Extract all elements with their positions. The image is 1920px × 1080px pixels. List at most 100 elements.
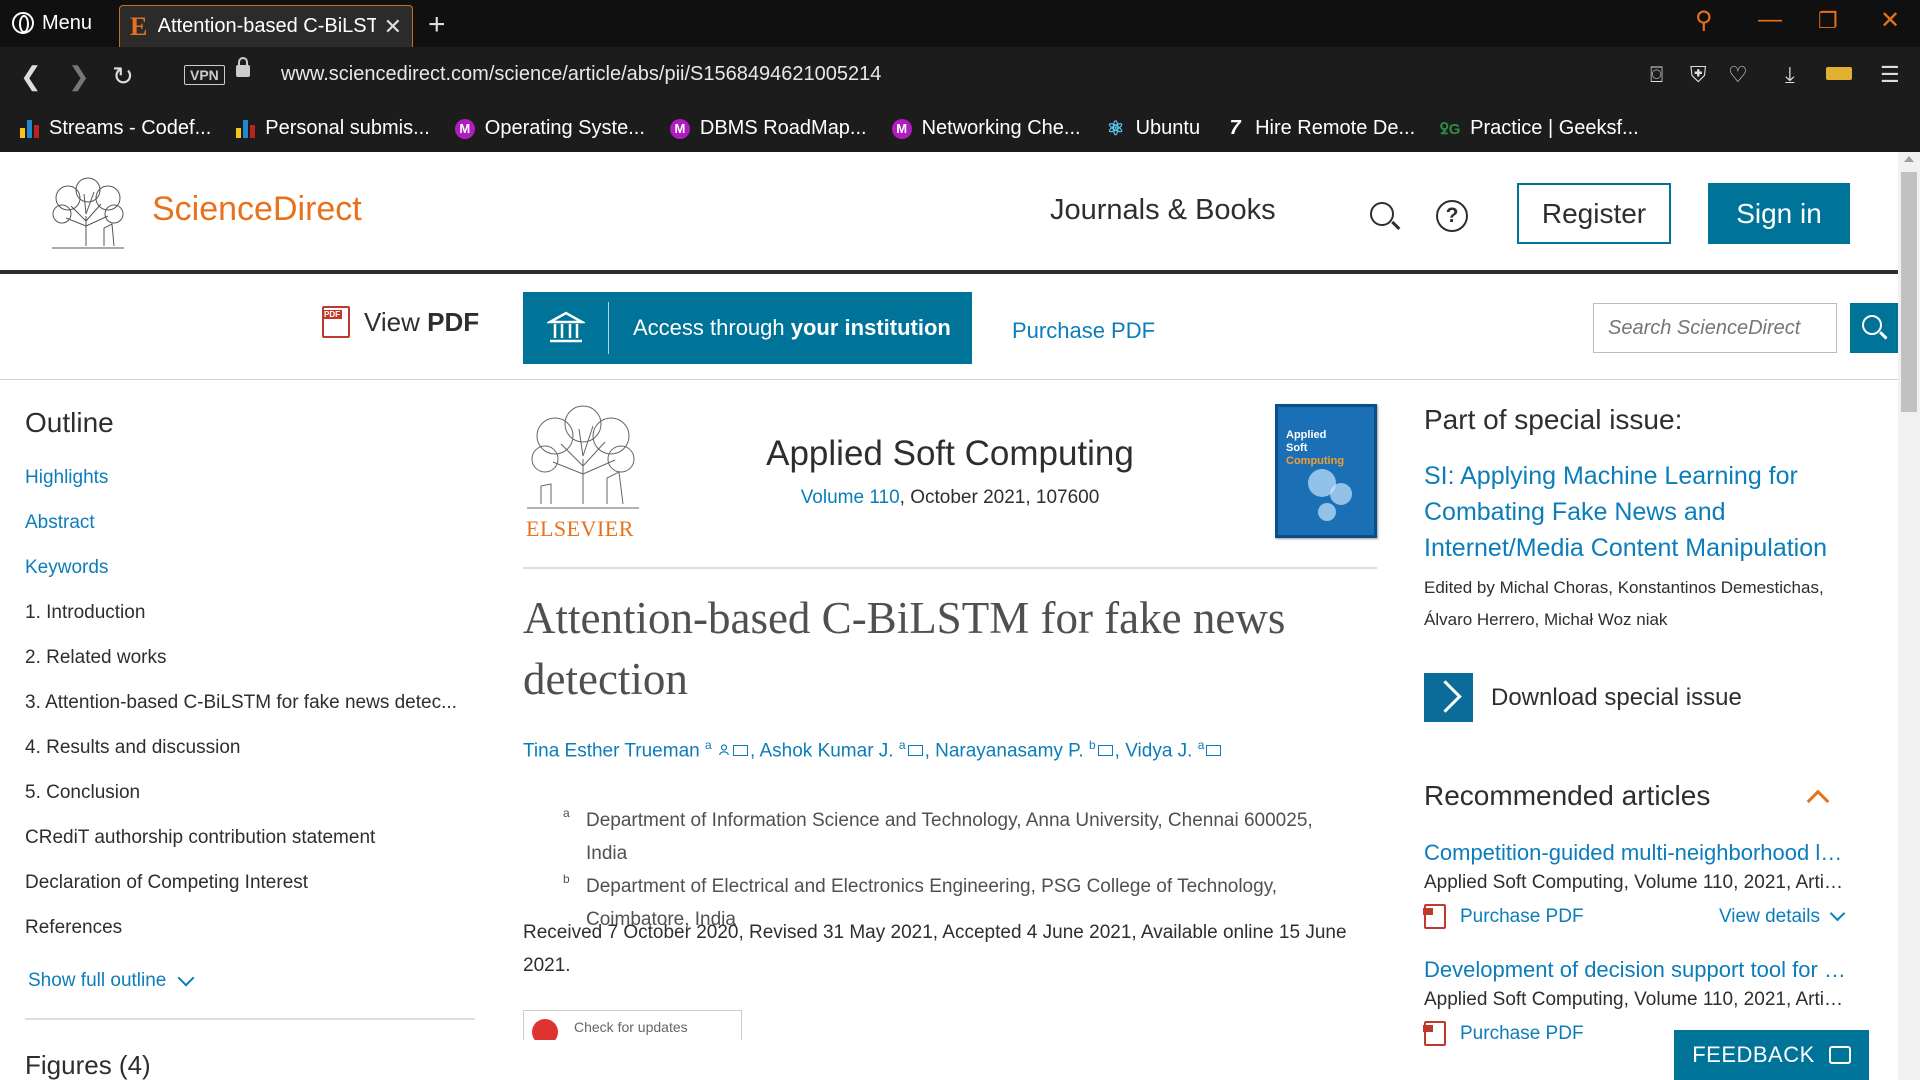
- elsevier-wordmark: ELSEVIER: [526, 516, 634, 541]
- active-tab[interactable]: E Attention-based C-BiLSTM ✕: [119, 5, 413, 47]
- search-icon[interactable]: [1370, 202, 1394, 226]
- email-icon[interactable]: [1206, 745, 1222, 757]
- download-special-issue-button[interactable]: Download special issue: [1424, 673, 1854, 722]
- bookmark-item[interactable]: 7 Hire Remote De...: [1225, 117, 1416, 140]
- email-icon[interactable]: [732, 745, 748, 757]
- bookmark-label: Streams - Codef...: [49, 117, 212, 139]
- bookmark-label: Hire Remote De...: [1255, 117, 1416, 139]
- page-scrollbar[interactable]: [1898, 152, 1920, 1080]
- outline-heading: Outline: [25, 407, 114, 438]
- close-tab-icon[interactable]: ✕: [384, 14, 402, 40]
- recommended-article-actions: Purchase PDF View details: [1423, 904, 1849, 929]
- url-field[interactable]: www.sciencedirect.com/science/article/ab…: [281, 63, 881, 86]
- new-tab-button[interactable]: +: [428, 8, 446, 42]
- purchase-pdf-label: Purchase PDF: [1460, 905, 1584, 927]
- outline-item-credit[interactable]: CRediT authorship contribution statement: [25, 827, 475, 872]
- outline-item-highlights[interactable]: Highlights: [25, 467, 475, 512]
- signin-button[interactable]: Sign in: [1708, 183, 1850, 244]
- outline-item-introduction[interactable]: 1. Introduction: [25, 602, 475, 647]
- chevron-up-icon[interactable]: [1806, 789, 1830, 813]
- bookmark-label: Operating Syste...: [484, 117, 645, 139]
- purchase-pdf-link[interactable]: Purchase PDF: [1423, 1021, 1584, 1046]
- sciencedirect-logo[interactable]: ScienceDirect: [152, 190, 362, 229]
- journals-books-link[interactable]: Journals & Books: [1050, 194, 1276, 227]
- outline-item-keywords[interactable]: Keywords: [25, 557, 475, 602]
- shield-icon[interactable]: ⛨: [1690, 62, 1707, 88]
- search-submit-button[interactable]: [1850, 303, 1898, 353]
- author-name[interactable]: Tina Esther Trueman: [523, 740, 700, 761]
- access-institution-button[interactable]: Access through your institution: [523, 292, 972, 364]
- easy-setup-icon[interactable]: ☰: [1880, 62, 1900, 88]
- view-details-button[interactable]: View details: [1719, 906, 1846, 928]
- journal-cover-image[interactable]: Applied Soft Computing: [1275, 404, 1377, 538]
- back-icon[interactable]: ❮: [20, 61, 42, 92]
- feedback-button[interactable]: FEEDBACK: [1674, 1030, 1869, 1080]
- bookmark-item[interactable]: ꝿG Practice | Geeksf...: [1440, 117, 1639, 140]
- reload-icon[interactable]: ↻: [112, 61, 134, 92]
- volume-link[interactable]: Volume 110: [801, 487, 900, 508]
- scrollbar-thumb[interactable]: [1901, 172, 1917, 412]
- recommended-article-title[interactable]: Development of decision support tool for…: [1424, 957, 1849, 983]
- browser-tab-bar: Menu E Attention-based C-BiLSTM ✕ + ⚲ — …: [0, 0, 1920, 47]
- show-full-outline-button[interactable]: Show full outline: [25, 969, 475, 992]
- purchase-pdf-link[interactable]: Purchase PDF: [1423, 904, 1584, 929]
- bookmark-label: Ubuntu: [1135, 117, 1201, 139]
- author-name[interactable]: Ashok Kumar J.: [759, 740, 893, 761]
- outline-item-related-works[interactable]: 2. Related works: [25, 647, 475, 692]
- vpn-badge[interactable]: VPN: [184, 65, 225, 85]
- camera-icon[interactable]: ⌼: [1650, 62, 1663, 88]
- search-tabs-icon[interactable]: ⚲: [1695, 6, 1713, 35]
- volume-details: , October 2021, 107600: [899, 487, 1100, 508]
- author-name[interactable]: Vidya J.: [1125, 740, 1192, 761]
- elsevier-favicon-icon: E: [130, 11, 148, 41]
- email-icon[interactable]: [907, 745, 923, 757]
- outline-item-results[interactable]: 4. Results and discussion: [25, 737, 475, 782]
- download-icon[interactable]: ⤓: [1785, 62, 1795, 88]
- author-affil-sup: b: [1088, 738, 1096, 752]
- register-button[interactable]: Register: [1517, 183, 1671, 244]
- bookmark-item[interactable]: M Operating Syste...: [454, 117, 645, 140]
- bookmark-item[interactable]: M DBMS RoadMap...: [669, 117, 867, 140]
- elsevier-tree-logo-icon[interactable]: [46, 176, 130, 250]
- author-name[interactable]: Narayanasamy P.: [935, 740, 1084, 761]
- recommended-article-title[interactable]: Competition-guided multi-neighborhood lo…: [1424, 840, 1849, 866]
- author-affil-sup: a: [705, 738, 712, 752]
- scroll-up-icon[interactable]: [1904, 156, 1914, 162]
- battery-icon[interactable]: [1826, 67, 1852, 80]
- email-icon[interactable]: [1097, 745, 1113, 757]
- figures-heading[interactable]: Figures (4): [25, 1050, 475, 1080]
- chevron-down-icon: [177, 969, 195, 987]
- author-list: Tina Esther Trueman a , Ashok Kumar J. a…: [523, 738, 1377, 762]
- lock-icon[interactable]: [236, 57, 250, 77]
- chevron-right-icon: [1424, 673, 1473, 722]
- forward-icon[interactable]: ❯: [68, 61, 90, 92]
- bookmark-item[interactable]: Personal submis...: [236, 117, 430, 140]
- check-for-updates-button[interactable]: Check for updates: [523, 1010, 742, 1040]
- bookmark-label: Practice | Geeksf...: [1470, 117, 1639, 139]
- heart-icon[interactable]: ♡: [1728, 62, 1748, 88]
- help-icon[interactable]: ?: [1436, 200, 1468, 232]
- close-window-icon[interactable]: ✕: [1880, 6, 1900, 35]
- restore-icon[interactable]: ❐: [1818, 8, 1838, 34]
- browser-menu-button[interactable]: Menu: [12, 10, 92, 36]
- view-pdf-label: View PDF: [364, 306, 480, 337]
- person-icon[interactable]: [719, 744, 729, 756]
- download-special-issue-label: Download special issue: [1491, 683, 1742, 711]
- search-sciencedirect-input[interactable]: [1593, 303, 1837, 353]
- special-issue-link[interactable]: SI: Applying Machine Learning for Combat…: [1424, 458, 1854, 566]
- outline-item-conclusion[interactable]: 5. Conclusion: [25, 782, 475, 827]
- outline-item-abstract[interactable]: Abstract: [25, 512, 475, 557]
- journal-title[interactable]: Applied Soft Computing: [523, 434, 1377, 474]
- minimize-icon[interactable]: —: [1758, 6, 1782, 34]
- outline-item-competing-interest[interactable]: Declaration of Competing Interest: [25, 872, 475, 917]
- outline-item-references[interactable]: References: [25, 917, 475, 962]
- bookmark-item[interactable]: ⚛ Ubuntu: [1106, 117, 1201, 140]
- bookmarks-bar: Streams - Codef... Personal submis... M …: [0, 105, 1920, 152]
- purchase-pdf-link[interactable]: Purchase PDF: [1012, 318, 1155, 344]
- bookmark-item[interactable]: Streams - Codef...: [20, 117, 211, 140]
- pdf-icon: [1423, 1021, 1446, 1046]
- view-pdf-button[interactable]: View PDF: [322, 306, 479, 338]
- outline-item-method[interactable]: 3. Attention-based C-BiLSTM for fake new…: [25, 692, 475, 737]
- recommended-heading[interactable]: Recommended articles: [1424, 780, 1844, 813]
- bookmark-item[interactable]: M Networking Che...: [891, 117, 1081, 140]
